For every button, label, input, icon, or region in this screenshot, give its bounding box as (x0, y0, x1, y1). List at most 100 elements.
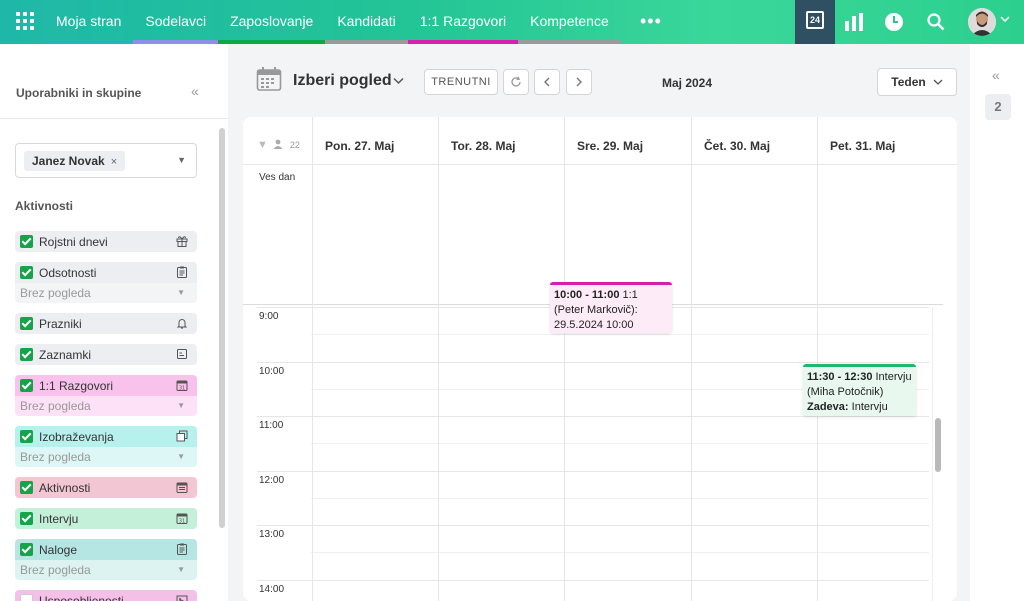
nav-item-0[interactable]: Moja stran (44, 0, 134, 44)
activity-checkbox[interactable] (20, 481, 33, 494)
day-header-3[interactable]: Čet. 30. Maj (691, 117, 817, 165)
nav-item-4[interactable]: 1:1 Razgovori (407, 0, 519, 44)
activity-checkbox[interactable] (20, 317, 33, 330)
view-mode-label: Teden (891, 75, 926, 89)
more-icon[interactable]: ••• (640, 12, 662, 30)
search-button[interactable] (918, 0, 954, 44)
activity-row[interactable]: Intervju 31 (15, 508, 197, 529)
filter-triangle-icon[interactable]: ▼ (257, 139, 268, 151)
calendar-view-icon (256, 67, 282, 91)
hour-line (257, 362, 929, 363)
right-panel: « 2 (970, 44, 1024, 601)
nav-item-label: Zaposlovanje (230, 13, 314, 29)
avatar-chevron-down-icon[interactable] (1000, 14, 1010, 26)
bell-icon (176, 317, 188, 329)
activity-row[interactable]: Prazniki (15, 313, 197, 334)
apps-grid-icon[interactable] (16, 12, 34, 30)
main-nav: Moja stran Sodelavci Zaposlovanje Kandidati… (44, 0, 621, 44)
hour-label: 11:00 (259, 420, 284, 431)
activity-row[interactable]: Naloge (15, 539, 197, 560)
activity-view-label: Brez pogleda (20, 563, 91, 577)
reports-button[interactable] (836, 0, 872, 44)
header-tools: ▼ 22 (257, 139, 300, 151)
caret-down-icon: ▼ (177, 401, 185, 410)
event-1on1[interactable]: 10:00 - 11:00 1:1 (Peter Markovič): 29.5… (550, 282, 672, 333)
nav-item-1[interactable]: Sodelavci (133, 0, 219, 44)
next-button[interactable] (566, 69, 592, 95)
image-icon (176, 594, 188, 601)
activity-view-select[interactable]: Brez pogleda ▼ (15, 560, 197, 580)
view-select-title[interactable]: Izberi pogled (293, 72, 392, 90)
activity-label: Aktivnosti (39, 481, 91, 495)
sidebar-scrollbar[interactable] (219, 128, 225, 528)
person-icon[interactable] (273, 139, 283, 149)
activity-label: Rojstni dnevi (39, 235, 108, 249)
chip-remove-icon[interactable]: × (111, 156, 117, 168)
activity-checkbox[interactable] (20, 266, 33, 279)
activity-checkbox[interactable] (20, 594, 33, 601)
sidebar-collapse-icon[interactable]: « (191, 83, 199, 99)
calendar-icon: 31 (176, 512, 188, 524)
activity-row[interactable]: Izobraževanja (15, 426, 197, 447)
svg-text:31: 31 (179, 518, 185, 524)
view-mode-select[interactable]: Teden (877, 68, 957, 96)
activity-row[interactable]: Rojstni dnevi (15, 231, 197, 252)
user-chip: Janez Novak × (24, 151, 126, 171)
day-header-label: Čet. 30. Maj (704, 139, 771, 153)
activity-view-label: Brez pogleda (20, 450, 91, 464)
calendar-scrollbar[interactable] (935, 418, 941, 472)
activity-view-select[interactable]: Brez pogleda ▼ (15, 283, 197, 303)
activity-4: 1:1 Razgovori 31 Brez pogleda ▼ (15, 375, 197, 416)
select-caret-icon[interactable]: ▼ (177, 155, 186, 165)
activity-checkbox[interactable] (20, 348, 33, 361)
activity-row[interactable]: Odsotnosti (15, 262, 197, 283)
half-hour-line (311, 334, 929, 335)
activity-row[interactable]: Zaznamki (15, 344, 197, 365)
day-header-4[interactable]: Pet. 31. Maj (817, 117, 943, 165)
hour-line (257, 416, 929, 417)
prev-button[interactable] (534, 69, 560, 95)
right-panel-collapse-icon[interactable]: « (992, 67, 1000, 83)
activity-row[interactable]: Usposobljenosti (15, 590, 197, 601)
activity-row[interactable]: Aktivnosti (15, 477, 197, 498)
calendar-nav-button[interactable]: 24 (795, 0, 835, 44)
calendar-list-icon (176, 481, 188, 493)
activity-row[interactable]: 1:1 Razgovori 31 (15, 375, 197, 396)
nav-item-3[interactable]: Kandidati (325, 0, 408, 44)
day-header-0[interactable]: Pon. 27. Maj (312, 117, 438, 165)
sidebar-divider (0, 118, 228, 119)
svg-text:31: 31 (179, 385, 185, 391)
right-panel-count-badge[interactable]: 2 (985, 94, 1011, 120)
activity-1: Odsotnosti Brez pogleda ▼ (15, 262, 197, 303)
hour-label: 10:00 (259, 366, 285, 377)
activity-view-select[interactable]: Brez pogleda ▼ (15, 396, 197, 416)
activity-view-select[interactable]: Brez pogleda ▼ (15, 447, 197, 467)
day-header-label: Sre. 29. Maj (577, 139, 644, 153)
all-day-label: Ves dan (259, 172, 296, 183)
user-chip-label: Janez Novak (32, 154, 105, 168)
calendar-header: ▼ 22 Pon. 27. Maj Tor. 28. Maj Sre. 29. Ma… (243, 117, 957, 165)
activity-checkbox[interactable] (20, 430, 33, 443)
nav-item-label: Kandidati (337, 13, 396, 29)
user-avatar[interactable] (968, 8, 996, 36)
nav-item-label: Kompetence (530, 13, 609, 29)
activity-view-label: Brez pogleda (20, 399, 91, 413)
event-interview[interactable]: 11:30 - 12:30 Intervju (Miha Potočnik) Za… (803, 364, 916, 416)
today-button[interactable]: TRENUTNI (424, 69, 498, 95)
time-button[interactable] (876, 0, 912, 44)
user-select[interactable]: Janez Novak × ▼ (15, 143, 197, 178)
clock-icon (885, 13, 903, 31)
activity-checkbox[interactable] (20, 379, 33, 392)
day-header-1[interactable]: Tor. 28. Maj (438, 117, 564, 165)
activity-checkbox[interactable] (20, 512, 33, 525)
refresh-button[interactable] (503, 69, 529, 95)
search-icon (927, 13, 945, 31)
nav-item-5[interactable]: Kompetence (518, 0, 621, 44)
activity-checkbox[interactable] (20, 543, 33, 556)
nav-item-2[interactable]: Zaposlovanje (218, 0, 326, 44)
activity-label: Intervju (39, 512, 79, 526)
activity-checkbox[interactable] (20, 235, 33, 248)
nav-item-label: Moja stran (56, 13, 122, 29)
view-chevron-down-icon[interactable] (393, 74, 404, 88)
day-header-2[interactable]: Sre. 29. Maj (564, 117, 691, 165)
